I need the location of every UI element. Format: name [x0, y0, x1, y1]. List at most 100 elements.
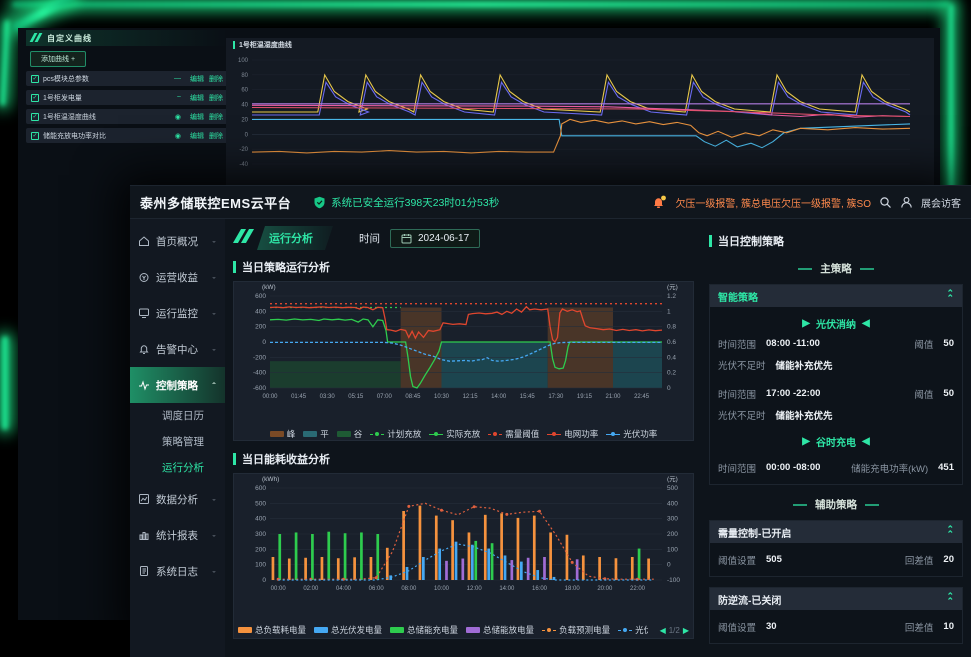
delete-curve-button[interactable]: 删除 — [209, 131, 223, 141]
valley-block-row: 时间范围 00:00 -08:00 储能充电功率(kW) 451 — [718, 457, 954, 478]
delete-curve-button[interactable]: 删除 — [209, 74, 223, 84]
svg-text:1.2: 1.2 — [667, 293, 676, 300]
strategy-chart-legend: 峰平谷计划充放实际充放需量阈值电网功率光伏功率 — [234, 425, 693, 443]
svg-text:600: 600 — [255, 485, 266, 492]
svg-text:(元): (元) — [667, 283, 678, 291]
svg-text:60: 60 — [241, 88, 248, 94]
legend-item[interactable]: 平 — [303, 428, 329, 440]
edit-curve-button[interactable]: 编辑 — [190, 93, 204, 103]
sidebar-subitem-1[interactable]: 策略管理 — [130, 429, 225, 455]
edit-curve-button[interactable]: 编辑 — [190, 131, 204, 141]
anti-backflow-card-header[interactable]: 防逆流-已关闭 ⌃⌃ — [710, 588, 962, 610]
monitor-icon — [138, 307, 150, 319]
collapse-chevrons-icon[interactable]: ⌃⌃ — [946, 594, 954, 604]
user-icon[interactable] — [900, 196, 913, 209]
svg-text:0.6: 0.6 — [667, 339, 676, 346]
sidebar-item-2[interactable]: 运行监控⌄ — [130, 295, 225, 331]
svg-text:500: 500 — [255, 500, 266, 507]
svg-text:0: 0 — [667, 562, 671, 569]
legend-item[interactable]: 电网功率 — [547, 428, 598, 440]
add-curve-button[interactable]: 添加曲线 + — [30, 51, 86, 67]
date-picker[interactable]: 2024-06-17 — [390, 229, 480, 248]
search-icon[interactable] — [879, 196, 892, 209]
curve-icon: ~ — [177, 94, 181, 101]
curve-list-item[interactable]: ✓储能充放电功率对比◉编辑删除 — [26, 128, 228, 143]
report-icon — [138, 529, 150, 541]
curve-list-item[interactable]: ✓pcs模块总参数—编辑删除 — [26, 71, 228, 86]
svg-text:0: 0 — [262, 339, 266, 346]
demand-control-card-header[interactable]: 需量控制-已开启 ⌃⌃ — [710, 521, 962, 543]
energy-chart-panel: 60050040030020010005004003002001000-100(… — [233, 473, 694, 639]
energy-legend-items: 总负载耗电量总光伏发电量总储能充电量总储能放电量负载预测电量光伏预 — [238, 624, 648, 636]
legend-item[interactable]: 计划充放 — [370, 428, 421, 440]
collapse-chevrons-icon[interactable]: ⌃⌃ — [946, 291, 954, 301]
sidebar-item-4[interactable]: 控制策略⌃ — [130, 367, 225, 403]
control-strategy-panel: 当日控制策略 主策略 智能策略 ⌃⌃ ▶ 光伏消纳 ◀ 时间范围 — [701, 219, 971, 657]
legend-pagination: ◀ 1/2 ▶ — [660, 626, 689, 635]
temp-humidity-chart: 100806040200-20-40 — [226, 52, 920, 178]
legend-item[interactable]: 总储能充电量 — [390, 624, 458, 636]
tab-run-analysis[interactable]: 运行分析 — [257, 226, 333, 250]
alarm-marquee-text: 欠压一级报警, 簇总电压欠压一级报警, 簇SO — [675, 195, 871, 210]
neon-border-glow — [0, 20, 10, 106]
sidebar-item-3[interactable]: 告警中心⌄ — [130, 331, 225, 367]
svg-text:300: 300 — [255, 531, 266, 538]
sidebar-item-7[interactable]: 系统日志⌄ — [130, 553, 225, 589]
legend-item[interactable]: 总光伏发电量 — [314, 624, 382, 636]
checkbox-icon[interactable]: ✓ — [31, 113, 39, 121]
system-runtime-status: 系统已安全运行398天23时01分53秒 — [331, 195, 499, 210]
chevron-down-icon: ⌄ — [211, 310, 217, 316]
demand-control-card: 需量控制-已开启 ⌃⌃ 阈值设置 505 回差值 20 — [709, 520, 963, 577]
edit-curve-button[interactable]: 编辑 — [190, 74, 204, 84]
curve-list-item[interactable]: ✓1号柜发电量~编辑删除 — [26, 90, 228, 105]
legend-item[interactable]: 光伏预 — [618, 624, 647, 636]
curve-list-item[interactable]: ✓1号柜温湿度曲线◉编辑删除 — [26, 109, 228, 124]
svg-text:07:00: 07:00 — [377, 394, 393, 400]
svg-text:200: 200 — [255, 324, 266, 331]
temp-humidity-chart-title: 1号柜温湿度曲线 — [239, 40, 292, 50]
legend-next-arrow[interactable]: ▶ — [683, 626, 689, 635]
legend-item[interactable]: 需量阈值 — [488, 428, 539, 440]
legend-prev-arrow[interactable]: ◀ — [660, 626, 666, 635]
delete-curve-button[interactable]: 删除 — [209, 93, 223, 103]
svg-text:08:45: 08:45 — [405, 394, 421, 400]
legend-item[interactable]: 谷 — [337, 428, 363, 440]
smart-strategy-card-header[interactable]: 智能策略 ⌃⌃ — [710, 285, 962, 307]
collapse-chevrons-icon[interactable]: ⌃⌃ — [946, 527, 954, 537]
svg-text:40: 40 — [241, 103, 248, 109]
pv-block-row: 时间范围 08:00 -11:00 阈值 50 — [718, 333, 954, 354]
sidebar-item-5[interactable]: 数据分析⌄ — [130, 481, 225, 517]
triangle-left-icon: ◀ — [862, 318, 870, 329]
ems-platform-window: 泰州多储联控EMS云平台 系统已安全运行398天23时01分53秒 欠压一级报警… — [130, 185, 971, 657]
legend-item[interactable]: 光伏功率 — [606, 428, 657, 440]
svg-text:12:15: 12:15 — [463, 394, 479, 400]
demand-values-row: 阈值设置 505 回差值 20 — [718, 549, 954, 570]
screenshot-canvas: 自定义曲线 添加曲线 + ✓pcs模块总参数—编辑删除✓1号柜发电量~编辑删除✓… — [0, 0, 971, 657]
svg-text:21:00: 21:00 — [605, 394, 621, 400]
delete-curve-button[interactable]: 删除 — [209, 112, 223, 122]
sidebar-subitem-0[interactable]: 调度日历 — [130, 403, 225, 429]
svg-text:04:00: 04:00 — [336, 586, 352, 592]
svg-text:15:45: 15:45 — [520, 394, 536, 400]
anti-backflow-card-body: 阈值设置 30 回差值 10 — [710, 610, 962, 643]
legend-item[interactable]: 负载预测电量 — [542, 624, 610, 636]
svg-text:100: 100 — [238, 58, 249, 64]
alarm-icon[interactable] — [652, 195, 667, 209]
sidebar-item-6[interactable]: 统计报表⌄ — [130, 517, 225, 553]
user-name[interactable]: 展会访客 — [921, 195, 961, 210]
checkbox-icon[interactable]: ✓ — [31, 132, 39, 140]
checkbox-icon[interactable]: ✓ — [31, 94, 39, 102]
legend-item[interactable]: 实际充放 — [429, 428, 480, 440]
legend-item[interactable]: 总负载耗电量 — [238, 624, 306, 636]
edit-curve-button[interactable]: 编辑 — [190, 112, 204, 122]
anti-backflow-card: 防逆流-已关闭 ⌃⌃ 阈值设置 30 回差值 10 — [709, 587, 963, 644]
legend-item[interactable]: 总储能放电量 — [466, 624, 534, 636]
legend-item[interactable]: 峰 — [270, 428, 296, 440]
valley-charge-header: ▶ 谷时充电 ◀ — [718, 431, 954, 451]
chevron-down-icon: ⌄ — [211, 346, 217, 352]
sidebar-subitem-2[interactable]: 运行分析 — [130, 455, 225, 481]
sidebar-item-1[interactable]: 运营收益⌄ — [130, 259, 225, 295]
demand-control-card-body: 阈值设置 505 回差值 20 — [710, 543, 962, 576]
sidebar-item-0[interactable]: 首页概况⌄ — [130, 223, 225, 259]
checkbox-icon[interactable]: ✓ — [31, 75, 39, 83]
